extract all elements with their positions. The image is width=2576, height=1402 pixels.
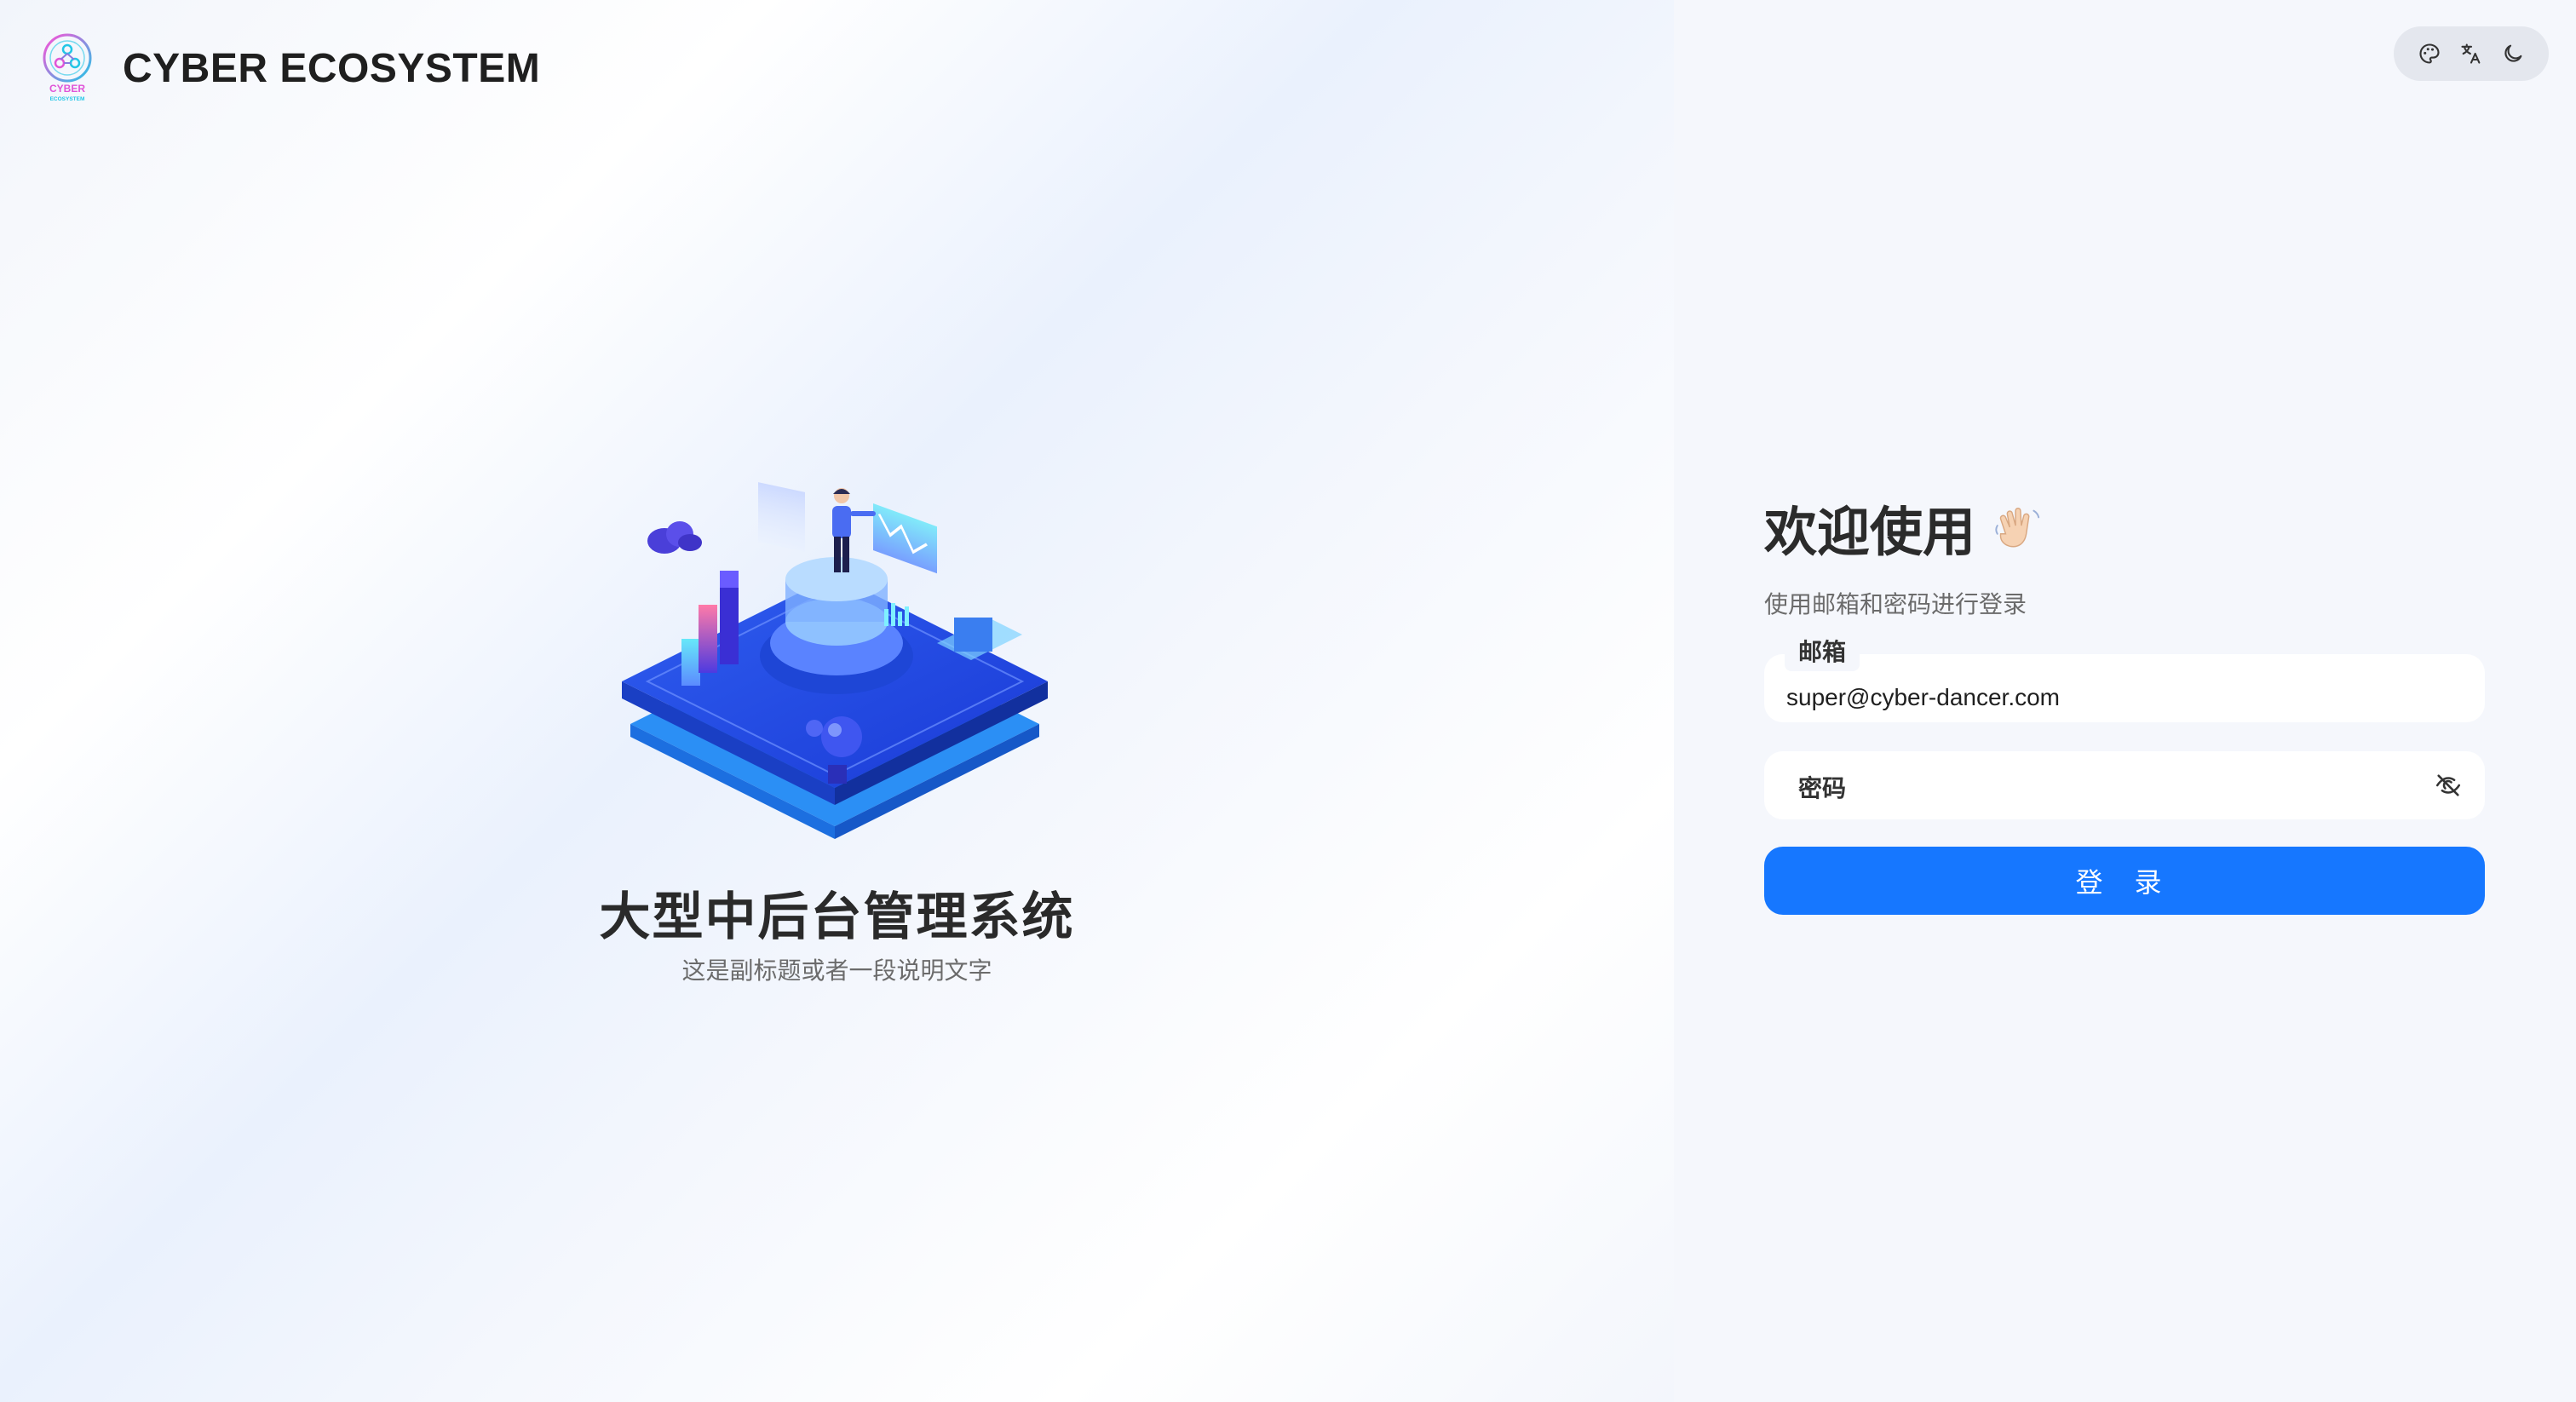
brand-header: CYBER ECOSYSTEM CYBER ECOSYSTEM [41,32,540,104]
password-input[interactable] [1764,751,2485,819]
logo-text-top: CYBER [49,83,85,95]
login-form: 欢迎使用 使用邮箱和密码进行登录 邮箱 密码 登 [1764,489,2485,915]
dashboard-illustration [613,373,1056,843]
hero-subtitle: 这是副标题或者一段说明文字 [681,957,992,984]
hero-title: 大型中后台管理系统 [599,888,1075,945]
login-title: 欢迎使用 [1764,489,2485,566]
translate-icon [2461,43,2481,64]
brand-name: CYBER ECOSYSTEM [123,45,541,91]
login-panel: 欢迎使用 使用邮箱和密码进行登录 邮箱 密码 登 [1674,0,2576,1402]
email-field[interactable]: 邮箱 [1764,630,2485,722]
brand-panel: CYBER ECOSYSTEM CYBER ECOSYSTEM 大型中后台管理系… [0,0,1674,1402]
language-button[interactable] [2457,39,2486,68]
password-field[interactable]: 密码 [1764,751,2485,819]
logo-text-bottom: ECOSYSTEM [50,96,85,102]
login-page: CYBER ECOSYSTEM CYBER ECOSYSTEM 大型中后台管理系… [0,0,2576,1402]
moon-icon [2504,44,2522,62]
waving-hand-icon [1995,508,2040,548]
logo: CYBER ECOSYSTEM [41,32,94,104]
eye-off-icon[interactable] [2434,771,2463,800]
palette-icon [2419,43,2440,64]
login-button[interactable]: 登 录 [1764,847,2485,915]
email-input[interactable] [1764,654,2485,722]
toolbar [2394,26,2549,81]
theme-palette-button[interactable] [2415,39,2444,68]
login-title-text: 欢迎使用 [1764,503,1976,562]
dark-mode-button[interactable] [2498,39,2527,68]
login-subtitle: 使用邮箱和密码进行登录 [1764,591,2027,618]
